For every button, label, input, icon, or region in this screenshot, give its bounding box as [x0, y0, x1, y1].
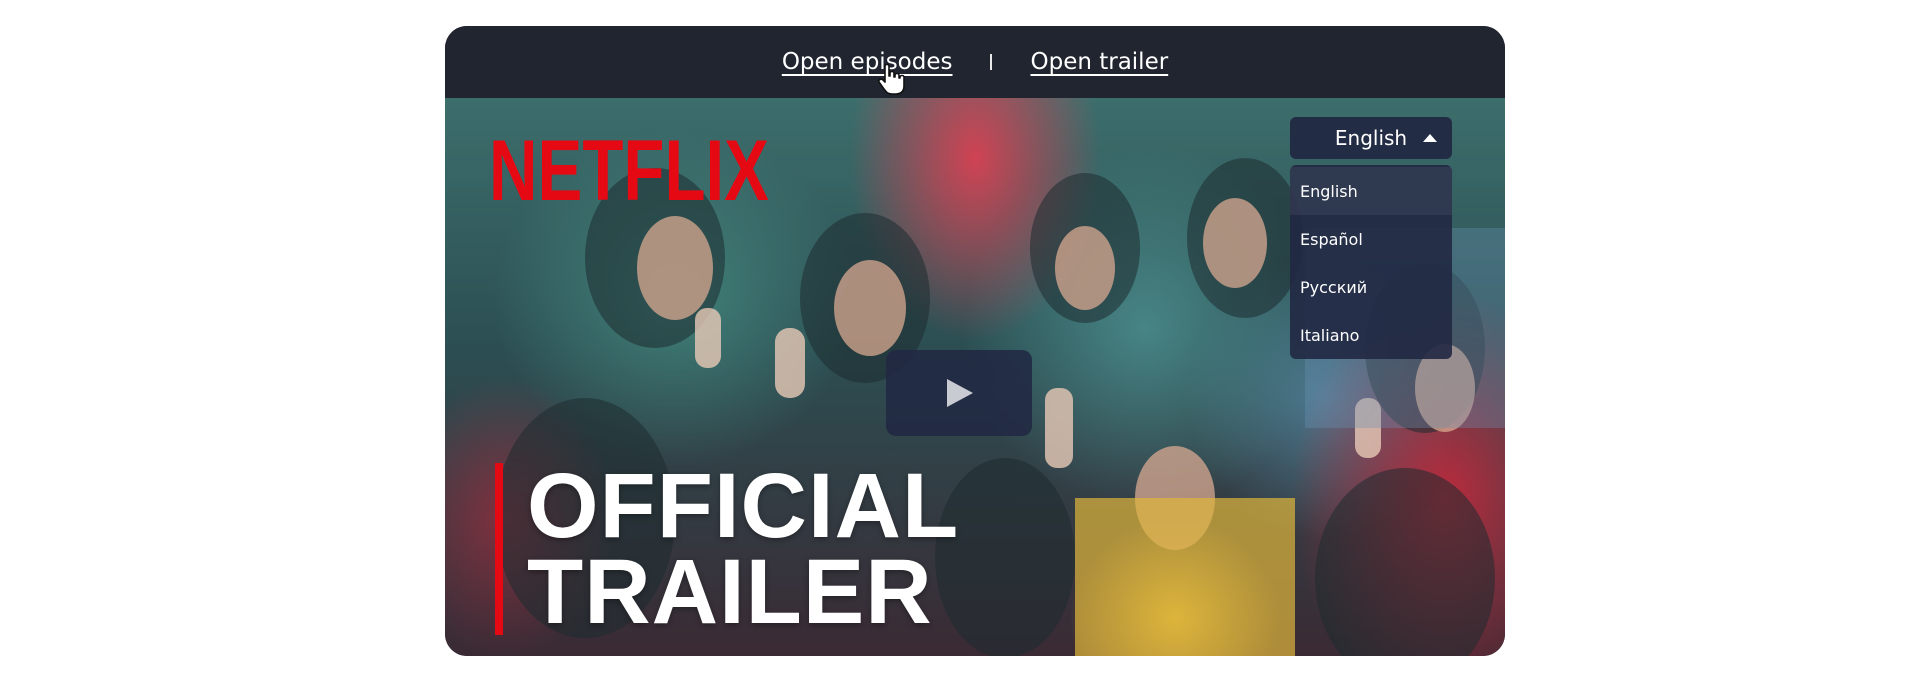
language-option-italiano[interactable]: Italiano: [1290, 311, 1452, 359]
language-options: English Español Русский Italiano: [1290, 165, 1452, 359]
official-trailer-title: OFFICIAL TRAILER: [495, 455, 960, 643]
play-button[interactable]: [886, 350, 1032, 436]
hand-pointer-icon: [878, 63, 905, 95]
language-select[interactable]: English: [1290, 117, 1452, 159]
language-dropdown: English English Español Русский Italiano: [1290, 117, 1452, 359]
play-icon: [947, 379, 973, 407]
video-card: Open episodes Open trailer NETFLIX OFFIC…: [445, 26, 1505, 656]
open-episodes-link[interactable]: Open episodes: [782, 49, 953, 75]
caret-up-icon: [1423, 134, 1437, 142]
link-divider: [990, 54, 993, 70]
selected-language: English: [1334, 126, 1408, 150]
language-option-russian[interactable]: Русский: [1290, 263, 1452, 311]
brand-text: NETFLIX: [489, 123, 769, 210]
open-trailer-link[interactable]: Open trailer: [1030, 49, 1168, 75]
language-option-english[interactable]: English: [1290, 167, 1452, 215]
title-line-2: TRAILER: [527, 541, 933, 643]
netflix-logo: NETFLIX: [489, 123, 769, 210]
top-bar: Open episodes Open trailer: [445, 26, 1505, 98]
language-option-espanol[interactable]: Español: [1290, 215, 1452, 263]
title-line-1: OFFICIAL: [527, 455, 960, 557]
